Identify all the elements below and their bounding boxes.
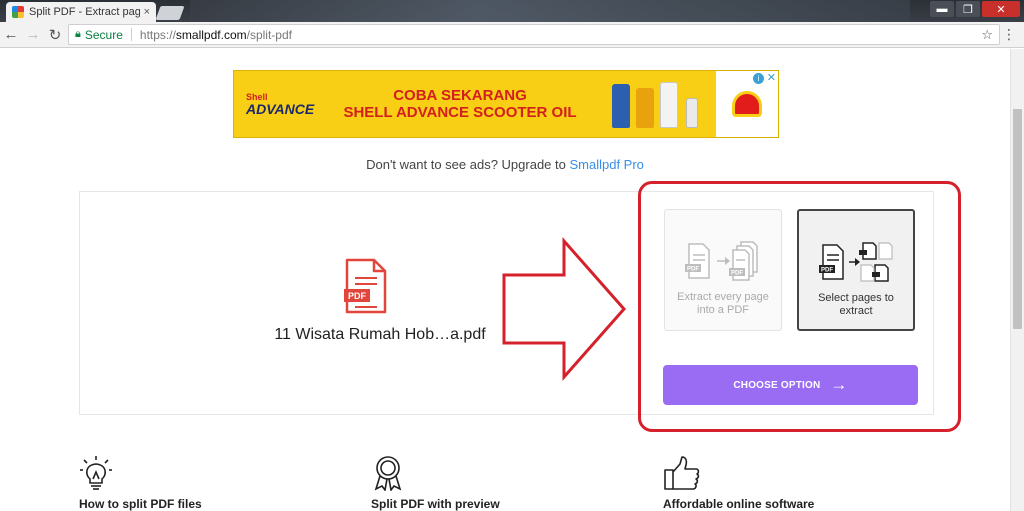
option-label: Extract every page into a PDF xyxy=(677,291,769,316)
feature-split-preview: Split PDF with preview xyxy=(371,455,591,511)
browser-toolbar: ← → ↻ 🔒︎ Secure https://smallpdf.com/spl… xyxy=(0,22,1024,48)
feature-how-to-split: How to split PDF files xyxy=(79,455,299,511)
tab-close-icon[interactable]: × xyxy=(144,6,150,18)
oil-bottle-icon xyxy=(636,88,654,128)
bookmark-star-icon[interactable]: ☆ xyxy=(981,27,993,43)
browser-titlebar: Split PDF - Extract pages × ▬ ❐ ✕ xyxy=(0,0,1024,22)
select-pages-icon: PDF xyxy=(819,242,893,282)
arrow-right-icon: → xyxy=(830,375,848,394)
url-path: /split-pdf xyxy=(246,27,292,42)
secure-label: Secure xyxy=(84,27,123,42)
tab-title: Split PDF - Extract pages xyxy=(29,6,140,18)
award-ribbon-icon xyxy=(374,456,402,491)
ad-close-icon[interactable]: ✕ xyxy=(767,71,776,84)
pdf-file-icon: PDF xyxy=(344,258,387,314)
pdf-label: PDF xyxy=(687,267,699,273)
lock-icon: 🔒︎ xyxy=(75,28,81,40)
annotation-arrow-icon xyxy=(502,237,627,381)
browser-menu-icon[interactable]: ⋮ xyxy=(1002,27,1016,41)
url-scheme: https:// xyxy=(139,27,176,42)
choose-option-button[interactable]: CHOOSE OPTION → xyxy=(663,365,918,405)
smallpdf-pro-link[interactable]: Smallpdf Pro xyxy=(569,157,643,172)
scrollbar-thumb[interactable] xyxy=(1013,109,1022,329)
feature-affordable: Affordable online software xyxy=(663,455,883,511)
ad-brand: Shell ADVANCE xyxy=(234,92,315,117)
option-label: Select pages to extract xyxy=(818,292,894,317)
maximize-button[interactable]: ❐ xyxy=(956,1,980,17)
option-extract-every-page[interactable]: PDF PDF Extract every page into a PDF xyxy=(664,209,782,331)
ad-banner[interactable]: Shell ADVANCE COBA SEKARANG SHELL ADVANC… xyxy=(233,70,779,138)
page-content: Shell ADVANCE COBA SEKARANG SHELL ADVANC… xyxy=(0,49,1010,511)
option-select-pages[interactable]: PDF Select pages to extract xyxy=(797,209,915,331)
browser-tab[interactable]: Split PDF - Extract pages × xyxy=(6,2,156,22)
feature-title: Split PDF with preview xyxy=(371,497,500,511)
file-name: 11 Wisata Rumah Hob…a.pdf xyxy=(274,326,486,343)
choose-option-label: CHOOSE OPTION xyxy=(733,379,821,391)
upgrade-notice: Don't want to see ads? Upgrade to Smallp… xyxy=(0,157,1010,172)
page-scrollbar[interactable] xyxy=(1010,49,1024,511)
shell-pecten-icon xyxy=(732,91,762,117)
ad-brand-name: ADVANCE xyxy=(246,100,315,117)
close-window-button[interactable]: ✕ xyxy=(982,1,1020,17)
window-controls: ▬ ❐ ✕ xyxy=(930,1,1020,17)
address-separator xyxy=(130,28,132,41)
lightbulb-icon xyxy=(80,456,112,490)
reload-icon[interactable]: ↻ xyxy=(44,26,66,44)
thumbs-up-icon xyxy=(664,456,700,490)
ad-product-bottles xyxy=(606,76,716,132)
pdf-label: PDF xyxy=(348,291,367,301)
feature-title: Affordable online software xyxy=(663,497,815,511)
minimize-button[interactable]: ▬ xyxy=(930,1,954,17)
titlebar-background xyxy=(190,0,910,22)
oil-bottle-icon xyxy=(612,84,630,128)
ad-headline-line-2: SHELL ADVANCE SCOOTER OIL xyxy=(343,104,577,121)
oil-bottle-icon xyxy=(660,82,678,128)
oil-bottle-icon xyxy=(686,98,698,128)
forward-arrow-icon[interactable]: → xyxy=(22,26,44,43)
smallpdf-favicon-icon xyxy=(12,6,24,18)
back-arrow-icon[interactable]: ← xyxy=(0,26,22,43)
ad-headline: COBA SEKARANG SHELL ADVANCE SCOOTER OIL xyxy=(314,87,606,122)
pdf-label: PDF xyxy=(821,268,833,274)
feature-title: How to split PDF files xyxy=(79,497,202,511)
ad-info-icon[interactable]: i xyxy=(753,73,764,84)
url-host: smallpdf.com xyxy=(175,27,247,42)
ad-headline-line-1: COBA SEKARANG xyxy=(393,86,527,104)
upgrade-text: Don't want to see ads? Upgrade to xyxy=(366,157,570,172)
pdf-label: PDF xyxy=(731,271,743,277)
extract-all-pages-icon: PDF PDF xyxy=(685,241,758,281)
new-tab-button[interactable] xyxy=(155,6,185,20)
address-bar[interactable]: 🔒︎ Secure https://smallpdf.com/split-pdf… xyxy=(68,24,1000,45)
